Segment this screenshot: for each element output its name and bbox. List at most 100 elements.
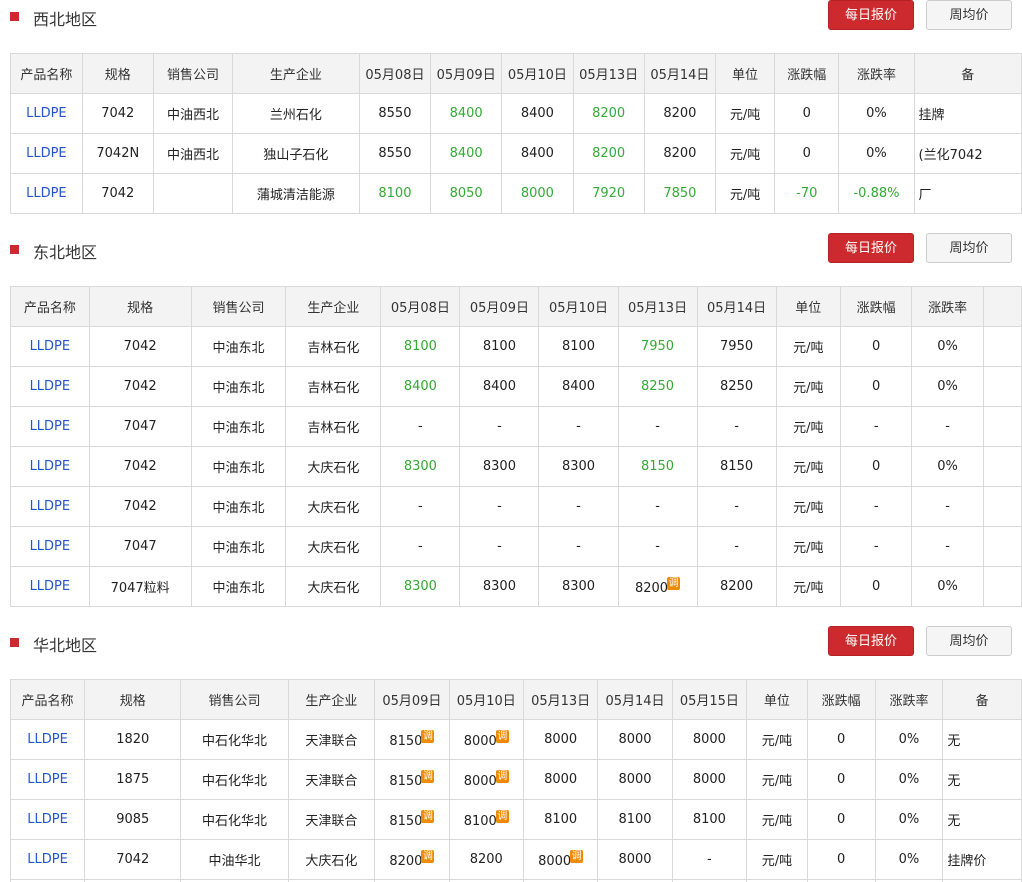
- cell-price-day-5: 8000: [671, 719, 748, 760]
- cell-price-day-3: 8000: [501, 173, 574, 214]
- cell-remark: [982, 526, 1022, 567]
- section-marker: [10, 638, 19, 647]
- cell-product-name: LLDPE: [10, 406, 90, 447]
- product-link[interactable]: LLDPE: [27, 772, 68, 787]
- product-link[interactable]: LLDPE: [30, 419, 71, 434]
- header-price-day-3: 05月10日: [538, 286, 619, 327]
- daily-quote-button[interactable]: 每日报价: [828, 233, 914, 263]
- cell-value: 元/吨: [761, 774, 793, 789]
- cell-product-name: LLDPE: [10, 839, 86, 880]
- cell-price-day-4: 7920: [572, 173, 645, 214]
- cell-value: -70: [796, 186, 818, 201]
- cell-unit: 元/吨: [775, 566, 841, 607]
- price-adjusted-badge: 调: [570, 850, 584, 863]
- product-link[interactable]: LLDPE: [30, 579, 71, 594]
- header-unit: 单位: [775, 286, 841, 327]
- cell-unit: 元/吨: [775, 526, 841, 567]
- cell-price-day-1: -: [380, 526, 461, 567]
- product-link[interactable]: LLDPE: [30, 339, 71, 354]
- cell-unit: 元/吨: [775, 366, 841, 407]
- product-link[interactable]: LLDPE: [26, 186, 67, 201]
- product-link[interactable]: LLDPE: [26, 106, 67, 121]
- cell-unit: 元/吨: [746, 799, 808, 840]
- header-change-amount: 涨跌幅: [839, 286, 913, 327]
- section-title: 东北地区: [33, 243, 98, 262]
- cell-value: 1875: [116, 772, 150, 787]
- cell-change-rate: 0%: [911, 366, 984, 407]
- cell-value: 0: [872, 459, 881, 474]
- cell-value: -: [734, 539, 739, 554]
- cell-change-amount: 0: [839, 366, 913, 407]
- cell-value: 8000: [463, 734, 497, 749]
- cell-value: 7042: [116, 852, 150, 867]
- table-row: LLDPE 7042 中油东北 大庆石化 8300 8300 8300 8150 8150 元/吨…: [10, 446, 1022, 487]
- cell-value: 元/吨: [793, 541, 824, 556]
- cell-producer: 吉林石化: [285, 406, 382, 447]
- cell-change-rate: 0%: [911, 446, 984, 487]
- table-row: LLDPE 7042 中油东北 大庆石化 - - - - - 元/吨 - -: [10, 486, 1022, 527]
- cell-remark: [982, 326, 1022, 367]
- product-link[interactable]: LLDPE: [30, 499, 71, 514]
- product-link[interactable]: LLDPE: [30, 459, 71, 474]
- cell-value: 7950: [720, 339, 754, 354]
- product-link[interactable]: LLDPE: [30, 539, 71, 554]
- header-producer: 生产企业: [287, 679, 376, 720]
- cell-value: 8100: [544, 812, 578, 827]
- daily-quote-button[interactable]: 每日报价: [828, 0, 914, 30]
- cell-producer: 天津联合: [287, 759, 376, 800]
- cell-change-amount: 0: [806, 759, 876, 800]
- weekly-average-button[interactable]: 周均价: [926, 626, 1012, 656]
- section-marker: [10, 245, 19, 254]
- cell-value: 0: [872, 379, 881, 394]
- cell-spec: 7042: [88, 366, 192, 407]
- cell-price-day-2: -: [459, 486, 540, 527]
- weekly-average-button[interactable]: 周均价: [926, 0, 1012, 30]
- cell-unit: 元/吨: [714, 173, 776, 214]
- cell-value: 元/吨: [793, 581, 824, 596]
- cell-remark: (兰化7042: [913, 133, 1022, 174]
- cell-unit: 元/吨: [775, 406, 841, 447]
- cell-value: -: [497, 419, 502, 434]
- cell-price-day-5: 8200: [696, 566, 777, 607]
- cell-sales-company: [152, 173, 234, 214]
- cell-producer: 兰州石化: [232, 93, 360, 134]
- cell-remark: [982, 366, 1022, 407]
- cell-value: 8100: [403, 339, 437, 354]
- weekly-average-button[interactable]: 周均价: [926, 233, 1012, 263]
- cell-price-day-2: 8400: [459, 366, 540, 407]
- cell-value: -: [655, 499, 660, 514]
- cell-value: 8150: [720, 459, 754, 474]
- cell-price-day-4: 8200: [572, 133, 645, 174]
- product-link[interactable]: LLDPE: [26, 146, 67, 161]
- product-link[interactable]: LLDPE: [30, 379, 71, 394]
- cell-price-day-1: -: [380, 406, 461, 447]
- cell-change-amount: 0: [806, 719, 876, 760]
- cell-spec: 1875: [84, 759, 182, 800]
- table-row: LLDPE 7042 中油西北 兰州石化 8550 8400 8400 8200 8200 元/吨…: [10, 93, 1022, 134]
- cell-remark: [982, 566, 1022, 607]
- daily-quote-button[interactable]: 每日报价: [828, 626, 914, 656]
- cell-unit: 元/吨: [746, 719, 808, 760]
- price-adjusted-badge: 调: [421, 730, 435, 743]
- product-link[interactable]: LLDPE: [27, 732, 68, 747]
- cell-value: 0: [802, 106, 811, 121]
- cell-value: -: [945, 499, 950, 514]
- cell-product-name: LLDPE: [10, 173, 83, 214]
- cell-value: 中石化华北: [202, 814, 268, 829]
- cell-change-rate: 0%: [838, 93, 915, 134]
- price-adjusted-badge: 调: [421, 770, 435, 783]
- header-remark: [982, 286, 1022, 327]
- cell-producer: 大庆石化: [285, 566, 382, 607]
- header-remark: 备: [913, 53, 1022, 94]
- cell-product-name: LLDPE: [10, 759, 86, 800]
- cell-change-rate: 0%: [874, 759, 944, 800]
- product-link[interactable]: LLDPE: [27, 812, 68, 827]
- cell-value: 0%: [866, 146, 887, 161]
- cell-price-day-4: -: [617, 486, 698, 527]
- header-remark: 备: [942, 679, 1022, 720]
- cell-value: -: [873, 499, 879, 514]
- cell-value: -: [734, 499, 739, 514]
- product-link[interactable]: LLDPE: [27, 852, 68, 867]
- cell-price-day-3: 8300: [538, 566, 619, 607]
- cell-producer: 吉林石化: [285, 326, 382, 367]
